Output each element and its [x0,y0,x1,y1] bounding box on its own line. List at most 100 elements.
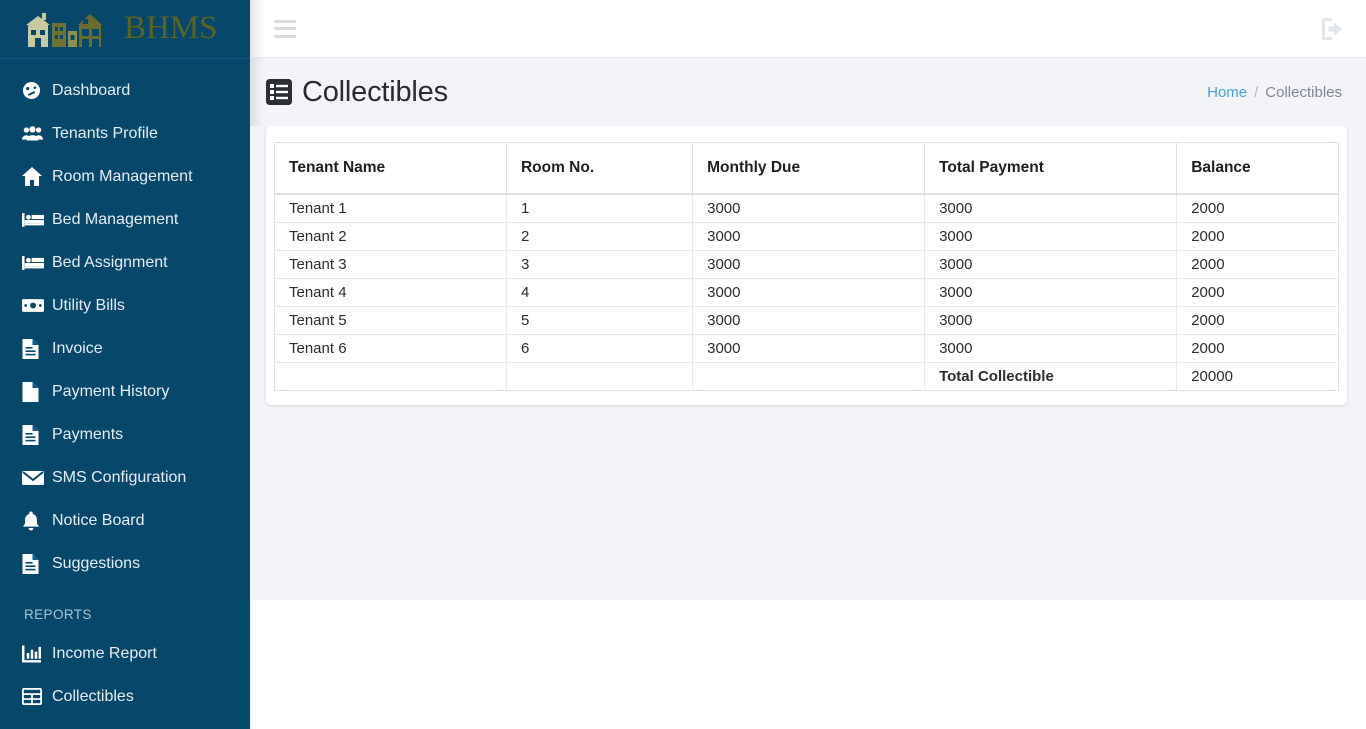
column-header-balance: Balance [1176,142,1339,195]
cell-tenant-name: Tenant 2 [274,222,507,251]
brand-logo-area[interactable]: BHMS [0,0,250,59]
sidebar-item-sms-configuration[interactable]: SMS Configuration [0,456,250,499]
column-header-monthly-due: Monthly Due [692,142,926,195]
cell-balance: 2000 [1176,306,1339,335]
sidebar-item-suggestions[interactable]: Suggestions [0,542,250,585]
file-invoice-icon [22,338,52,359]
sidebar-item-label: Dashboard [52,81,131,99]
sidebar-item-label: Bed Assignment [52,253,168,271]
cell-room-no: 2 [506,222,694,251]
sidebar-item-utility-bills[interactable]: Utility Bills [0,284,250,327]
sidebar-item-invoice[interactable]: Invoice [0,327,250,370]
cell-tenant-name: Tenant 4 [274,278,507,307]
cell-tenant-name: Tenant 1 [274,194,507,223]
sidebar-item-payments[interactable]: Payments [0,413,250,456]
cell-balance: 2000 [1176,194,1339,223]
bed-icon [22,255,52,270]
sidebar-section-reports: Reports [24,607,92,622]
breadcrumb-separator: / [1254,83,1259,101]
column-header-total-payment: Total Payment [924,142,1178,195]
sidebar-item-room-management[interactable]: Room Management [0,155,250,198]
column-header-tenant-name: Tenant Name [274,142,507,195]
sidebar-item-label: Bed Management [52,210,179,228]
page-header: Collectibles Home / Collectibles [250,58,1366,126]
cell-tenant-name: Tenant 5 [274,306,507,335]
sidebar-item-income-report[interactable]: Income Report [0,632,250,675]
sidebar-item-label: Notice Board [52,511,145,529]
brand-name: BHMS [124,9,218,46]
sidebar-item-dashboard[interactable]: Dashboard [0,69,250,112]
cell-total-payment: 3000 [924,194,1178,223]
table-row: Tenant 6 6 3000 3000 2000 [274,334,1339,363]
bell-icon [22,511,52,531]
sidebar-item-tenants-profile[interactable]: Tenants Profile [0,112,250,155]
sidebar-item-label: Collectibles [52,687,134,705]
cell-total-payment: 3000 [924,334,1178,363]
cell-total-payment: 3000 [924,250,1178,279]
envelope-icon [22,470,52,486]
cell-empty [506,362,694,391]
cell-empty [274,362,507,391]
cell-balance: 2000 [1176,334,1339,363]
sidebar-item-bed-management[interactable]: Bed Management [0,198,250,241]
sign-out-icon[interactable] [1320,17,1344,40]
table-body: Tenant 1 1 3000 3000 2000 Tenant 2 2 300… [274,194,1339,391]
table-row: Tenant 2 2 3000 3000 2000 [274,222,1339,251]
sidebar-item-bed-assignment[interactable]: Bed Assignment [0,241,250,284]
top-navbar [250,0,1366,58]
cell-room-no: 3 [506,250,694,279]
cell-room-no: 1 [506,194,694,223]
sidebar-nav: Dashboard Tenants Profile Room Managemen… [0,59,250,718]
breadcrumb-home-link[interactable]: Home [1207,84,1247,101]
table-head: Tenant Name Room No. Monthly Due Total P… [274,142,1339,195]
sidebar-item-label: Utility Bills [52,296,125,314]
hamburger-bar [274,34,296,38]
sidebar-item-label: Invoice [52,339,103,357]
table-row: Tenant 5 5 3000 3000 2000 [274,306,1339,335]
list-table-icon [266,79,292,105]
table-grid-icon [22,688,52,705]
cell-room-no: 4 [506,278,694,307]
cell-total-payment: 3000 [924,306,1178,335]
sidebar-item-label: Room Management [52,167,193,185]
sidebar-item-label: Tenants Profile [52,124,158,142]
file-invoice-icon [22,553,52,574]
sidebar-item-label: Payments [52,425,124,443]
cell-total-collectible-label: Total Collectible [924,362,1178,391]
sidebar-item-label: Income Report [52,644,157,662]
cell-balance: 2000 [1176,250,1339,279]
bed-icon [22,212,52,227]
bar-chart-icon [22,644,52,663]
cell-monthly-due: 3000 [692,334,926,363]
breadcrumb-current: Collectibles [1265,83,1342,101]
cell-room-no: 6 [506,334,694,363]
sidebar-item-label: SMS Configuration [52,468,187,486]
collectibles-card: Tenant Name Room No. Monthly Due Total P… [266,126,1347,405]
sidebar-reports-list: Income Report Collectibles [0,632,250,718]
cell-total-collectible-value: 20000 [1191,368,1233,385]
cell-monthly-due: 3000 [692,250,926,279]
cell-monthly-due: 3000 [692,278,926,307]
sidebar: BHMS Dashboard Tenants Profile Room Mana… [0,0,250,729]
table-wrap: Tenant Name Room No. Monthly Due Total P… [274,142,1339,391]
cell-balance: 2000 [1176,278,1339,307]
cell-total-payment: 3000 [924,222,1178,251]
sidebar-item-payment-history[interactable]: Payment History [0,370,250,413]
sidebar-item-collectibles[interactable]: Collectibles [0,675,250,718]
home-icon [22,167,52,186]
cell-tenant-name: Tenant 6 [274,334,507,363]
money-bill-icon [22,298,52,313]
hamburger-menu-icon[interactable] [274,19,296,38]
users-group-icon [22,125,52,142]
table-row: Tenant 4 4 3000 3000 2000 [274,278,1339,307]
table-header-row: Tenant Name Room No. Monthly Due Total P… [274,142,1339,195]
table-row: Tenant 3 3 3000 3000 2000 [274,250,1339,279]
dashboard-gauge-icon [22,81,52,100]
sidebar-item-notice-board[interactable]: Notice Board [0,499,250,542]
cell-tenant-name: Tenant 3 [274,250,507,279]
file-icon [22,381,52,402]
hamburger-bar [274,19,296,23]
cell-empty [692,362,926,391]
cell-balance: 2000 [1176,222,1339,251]
cell-monthly-due: 3000 [692,306,926,335]
